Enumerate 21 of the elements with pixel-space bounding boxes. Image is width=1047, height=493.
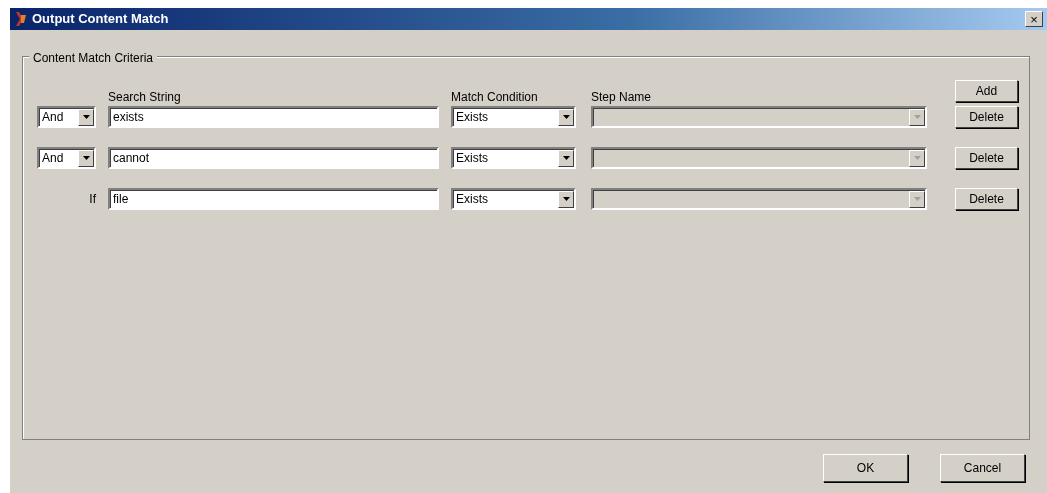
operator-label: If	[89, 191, 96, 208]
search-string-field[interactable]: file	[108, 188, 439, 210]
column-header: Match Condition	[451, 90, 538, 104]
match-condition-dropdown[interactable]: Exists	[451, 188, 576, 210]
search-string-field[interactable]: exists	[108, 106, 439, 128]
window-title: Output Content Match	[32, 10, 169, 29]
match-condition-dropdown[interactable]: Exists	[451, 106, 576, 128]
close-button[interactable]: ×	[1025, 11, 1043, 27]
delete-button[interactable]: Delete	[955, 188, 1018, 210]
ok-button[interactable]: OK	[823, 454, 908, 482]
column-header: Search String	[108, 90, 181, 104]
cancel-button[interactable]: Cancel	[940, 454, 1025, 482]
operator-dropdown[interactable]: And	[37, 106, 96, 128]
app-icon	[14, 11, 28, 27]
column-header: Step Name	[591, 90, 652, 104]
operator-dropdown[interactable]: And	[37, 147, 96, 169]
delete-button[interactable]: Delete	[955, 147, 1018, 169]
match-condition-dropdown[interactable]: Exists	[451, 147, 576, 169]
search-string-field[interactable]: cannot	[108, 147, 439, 169]
delete-button[interactable]: Delete	[955, 106, 1018, 128]
add-button[interactable]: Add	[955, 80, 1018, 102]
